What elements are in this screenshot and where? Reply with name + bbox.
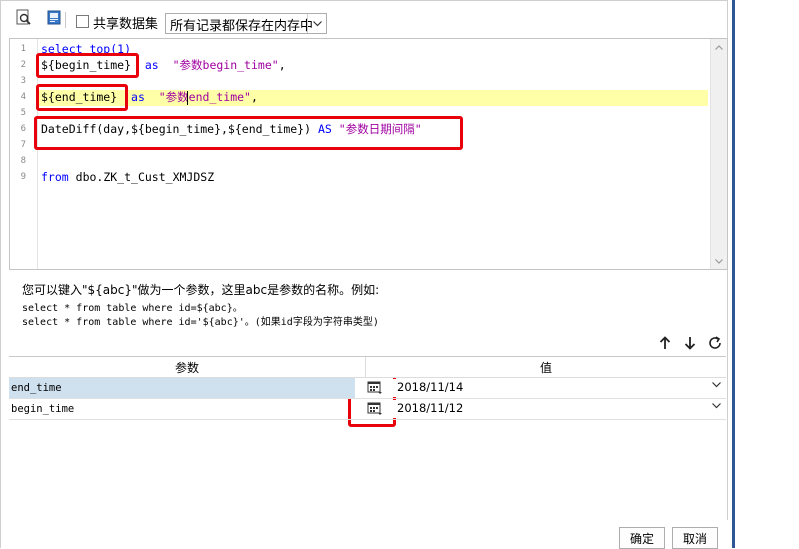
- share-dataset-label: 共享数据集: [93, 17, 159, 32]
- string-literal: "参数end_time": [158, 90, 251, 104]
- share-dataset-checkbox[interactable]: [76, 15, 89, 28]
- window-edge: [732, 0, 735, 548]
- table-name: dbo.ZK_t_Cust_XMJDSZ: [75, 170, 215, 184]
- toolbar: 共享数据集 所有记录都保存在内存中: [1, 5, 727, 34]
- scroll-down-icon[interactable]: [711, 253, 727, 269]
- line-number: 4: [20, 92, 26, 102]
- line-number-gutter: 1 2 3 4 5 6 7 8 9: [10, 39, 38, 269]
- chevron-down-icon[interactable]: [712, 380, 721, 391]
- comma: ,: [251, 90, 258, 104]
- ok-button[interactable]: 确定: [619, 527, 665, 549]
- window-left-border: [0, 0, 1, 548]
- editor-scrollbar[interactable]: [710, 39, 727, 269]
- scroll-up-icon[interactable]: [711, 39, 727, 55]
- toolbar-separator: [65, 12, 66, 28]
- line-number: 8: [20, 156, 26, 166]
- sql-keyword: as: [131, 90, 145, 104]
- date-value-field[interactable]: 2018/11/12: [393, 400, 723, 418]
- text-cursor: [187, 91, 188, 105]
- line-number: 9: [20, 172, 26, 182]
- arrow-up-icon: [659, 336, 671, 349]
- sql-keyword: as: [144, 58, 159, 72]
- annotation-box: [36, 84, 128, 111]
- preview-icon[interactable]: [46, 9, 64, 27]
- refresh-icon: [709, 336, 721, 349]
- line-number: 7: [20, 140, 26, 150]
- move-down-button[interactable]: [681, 334, 699, 352]
- storage-mode-value: 所有记录都保存在内存中: [170, 19, 314, 34]
- date-value: 2018/11/14: [397, 380, 464, 394]
- chevron-down-icon[interactable]: [307, 14, 326, 33]
- refresh-button[interactable]: [706, 334, 724, 352]
- table-row[interactable]: begin_time 2018/11/12: [9, 399, 726, 420]
- cancel-button[interactable]: 取消: [672, 527, 718, 549]
- help-text: 您可以键入"${abc}"做为一个参数，这里abc是参数的名称。例如:: [22, 283, 380, 297]
- arrow-down-icon: [684, 337, 696, 350]
- date-value: 2018/11/12: [397, 401, 464, 415]
- param-name-cell: end_time: [9, 378, 355, 398]
- column-header-label: 值: [539, 360, 552, 375]
- column-header-param: 参数: [9, 357, 366, 378]
- help-example: select * from table where id=${abc}。: [22, 303, 243, 314]
- code-line-9: from dbo.ZK_t_Cust_XMJDSZ: [41, 170, 214, 184]
- line-number: 1: [20, 44, 26, 54]
- line-number: 2: [20, 60, 26, 70]
- sql-keyword: from: [41, 170, 69, 184]
- line-number: 3: [20, 76, 26, 86]
- params-table: 参数 值 end_time 2018/11/14 begin_time 2018…: [9, 356, 726, 520]
- window-top-border: [0, 0, 728, 1]
- move-up-button[interactable]: [656, 334, 674, 352]
- storage-mode-select[interactable]: 所有记录都保存在内存中: [165, 13, 327, 34]
- line-number: 6: [20, 124, 26, 134]
- param-name-cell: begin_time: [11, 403, 75, 415]
- line-number: 5: [20, 108, 26, 118]
- comma: ,: [278, 58, 286, 72]
- string-literal: "参数begin_time": [172, 58, 279, 72]
- query-designer-icon[interactable]: [15, 9, 33, 27]
- calendar-icon[interactable]: [367, 380, 382, 394]
- table-row[interactable]: end_time 2018/11/14: [9, 378, 726, 399]
- annotation-box: [36, 53, 139, 78]
- chevron-down-icon[interactable]: [712, 401, 721, 412]
- column-header-label: 参数: [174, 360, 199, 375]
- help-example: select * from table where id='${abc}'。(如…: [22, 317, 379, 328]
- annotation-box: [34, 116, 463, 150]
- date-value-field[interactable]: 2018/11/14: [393, 379, 723, 397]
- column-header-value: 值: [366, 357, 726, 378]
- calendar-icon[interactable]: [367, 401, 382, 415]
